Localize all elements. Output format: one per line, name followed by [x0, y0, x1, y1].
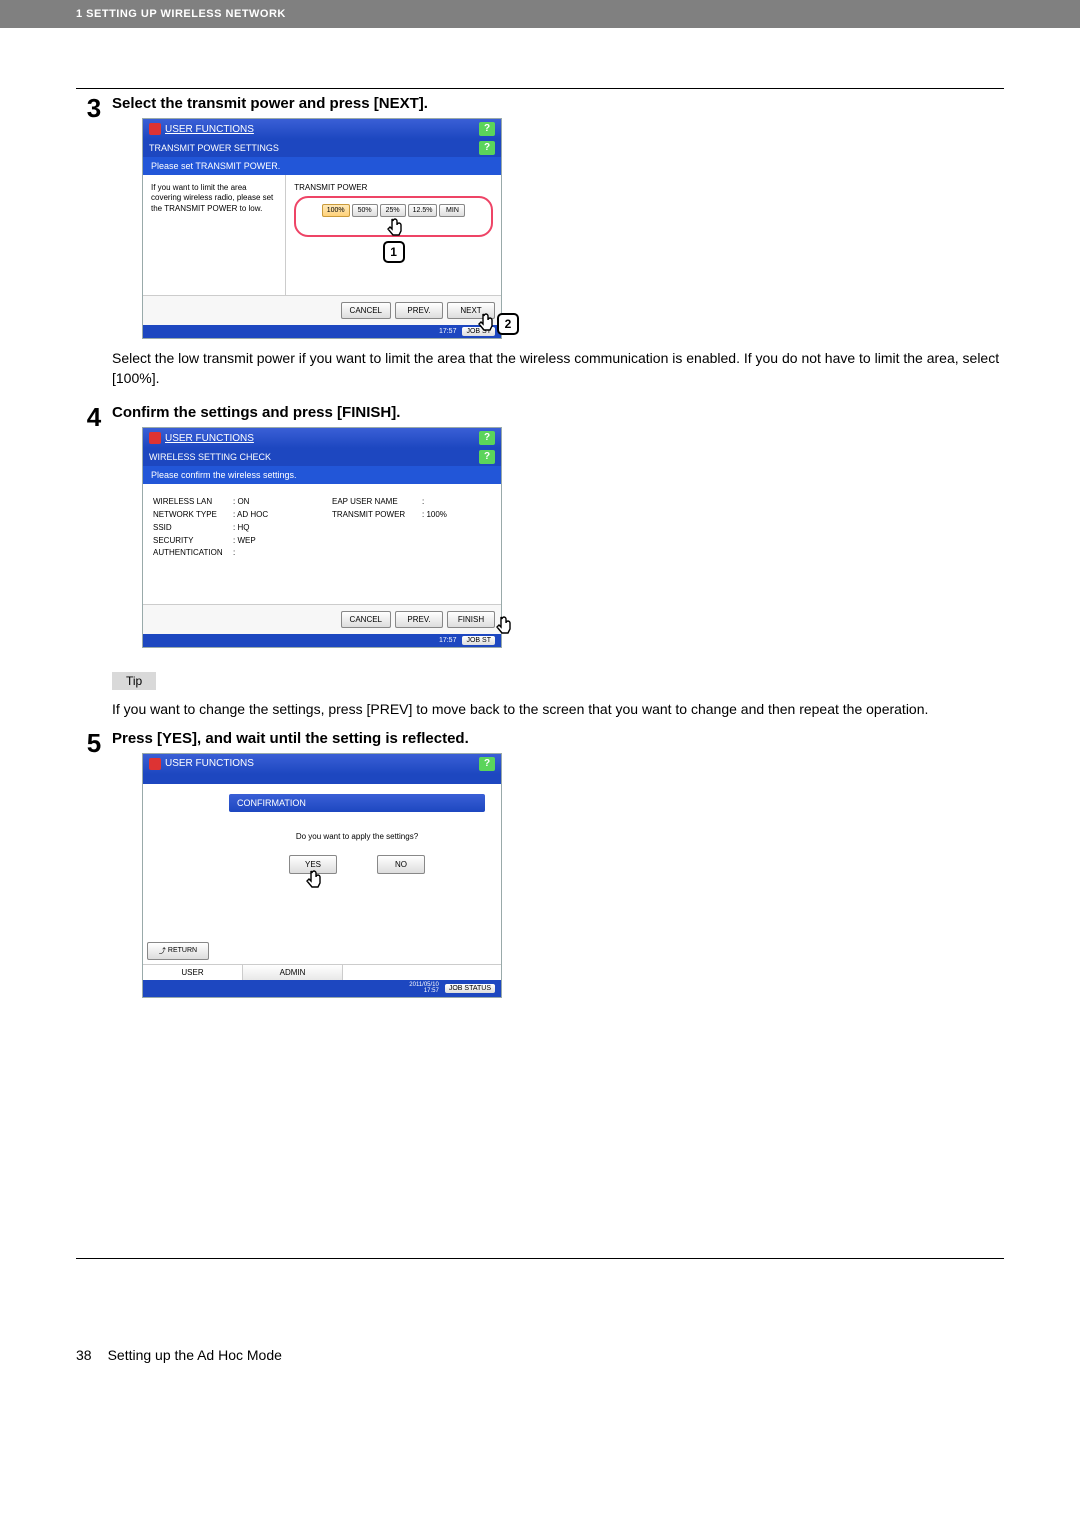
step-5: 5 Press [YES], and wait until the settin…: [76, 730, 1004, 998]
panel1-time: 17:57: [439, 328, 457, 335]
page-footer: 38 Setting up the Ad Hoc Mode: [0, 1347, 1080, 1383]
callout-2: 2: [497, 313, 519, 335]
panel3-status: 2011/05/10 17:57 JOB STATUS: [143, 980, 501, 997]
finish-button[interactable]: FINISH: [447, 611, 495, 628]
step-3: 3 Select the transmit power and press [N…: [76, 95, 1004, 394]
panel3-tabs: USER ADMIN: [143, 964, 501, 980]
panel3-left: ⤴ RETURN: [143, 784, 213, 964]
tab-admin[interactable]: ADMIN: [243, 965, 343, 980]
cancel-button[interactable]: CANCEL: [341, 302, 391, 319]
step-3-description: Select the low transmit power if you wan…: [112, 349, 1004, 388]
confirmation-header: CONFIRMATION: [229, 794, 485, 812]
settings-right-column: EAP USER NAME: TRANSMIT POWER: 100%: [322, 484, 501, 604]
panel1-subbar-text: TRANSMIT POWER SETTINGS: [149, 143, 279, 153]
help-icon[interactable]: ?: [479, 141, 495, 155]
tp-12-button[interactable]: 12.5%: [408, 204, 438, 217]
panel1-footer: CANCEL PREV. NEXT: [143, 295, 501, 325]
app-icon: [149, 432, 161, 444]
prev-button[interactable]: PREV.: [395, 302, 443, 319]
panel3-datetime: 2011/05/10 17:57: [409, 982, 439, 995]
transmit-power-label: TRANSMIT POWER: [294, 183, 493, 192]
help-icon[interactable]: ?: [479, 122, 495, 136]
pointer-hand-icon: [301, 869, 325, 893]
return-arrow-icon: ⤴: [159, 946, 166, 956]
help-icon[interactable]: ?: [479, 757, 495, 771]
wireless-setting-check-panel: USER FUNCTIONS ? WIRELESS SETTING CHECK …: [142, 427, 502, 648]
pointer-hand-icon: [473, 312, 497, 336]
panel3-subbar: [143, 774, 501, 784]
tp-25-button[interactable]: 25%: [380, 204, 406, 217]
settings-left-column: WIRELESS LAN: ON NETWORK TYPE: AD HOC SS…: [143, 484, 322, 604]
top-rule: [76, 88, 1004, 89]
panel2-title: USER FUNCTIONS: [165, 433, 254, 444]
panel1-status: 17:57 JOB ST: [143, 325, 501, 338]
panel3-titlebar: USER FUNCTIONS ?: [143, 754, 501, 774]
help-icon[interactable]: ?: [479, 450, 495, 464]
bottom-rule: [76, 1258, 1004, 1259]
pointer-hand-icon: [382, 217, 406, 241]
app-icon: [149, 123, 161, 135]
chapter-header: 1 SETTING UP WIRELESS NETWORK: [0, 0, 1080, 28]
row-network-type: NETWORK TYPE: AD HOC: [153, 509, 312, 522]
tab-user[interactable]: USER: [143, 965, 243, 980]
help-icon[interactable]: ?: [479, 431, 495, 445]
panel2-status: 17:57 JOB ST: [143, 634, 501, 647]
panel1-left-text: If you want to limit the area covering w…: [143, 175, 286, 295]
panel2-subbar-text: WIRELESS SETTING CHECK: [149, 452, 271, 462]
return-button[interactable]: ⤴ RETURN: [147, 942, 209, 960]
tip-label: Tip: [112, 672, 156, 690]
prev-button[interactable]: PREV.: [395, 611, 443, 628]
panel1-instruction: Please set TRANSMIT POWER.: [143, 157, 501, 175]
row-security: SECURITY: WEP: [153, 535, 312, 548]
pointer-hand-icon: [491, 615, 515, 639]
row-eap-user: EAP USER NAME:: [332, 496, 491, 509]
row-transmit-power: TRANSMIT POWER: 100%: [332, 509, 491, 522]
confirmation-panel: USER FUNCTIONS ? ⤴ RETURN CONFIRMATION D…: [142, 753, 502, 998]
panel2-instruction: Please confirm the wireless settings.: [143, 466, 501, 484]
transmit-power-options: 100% 50% 25% 12.5% MIN 1: [294, 196, 493, 237]
callout-1: 1: [383, 241, 405, 263]
chapter-title: 1 SETTING UP WIRELESS NETWORK: [76, 8, 286, 20]
step-4: 4 Confirm the settings and press [FINISH…: [76, 404, 1004, 648]
step-4-title: Confirm the settings and press [FINISH].: [112, 404, 1004, 421]
panel2-titlebar: USER FUNCTIONS ?: [143, 428, 501, 448]
panel1-titlebar: USER FUNCTIONS ?: [143, 119, 501, 139]
tp-min-button[interactable]: MIN: [439, 204, 465, 217]
job-status-button[interactable]: JOB STATUS: [445, 984, 495, 993]
app-icon: [149, 758, 161, 770]
step-3-title: Select the transmit power and press [NEX…: [112, 95, 1004, 112]
step-3-number: 3: [76, 95, 112, 394]
transmit-power-panel: USER FUNCTIONS ? TRANSMIT POWER SETTINGS…: [142, 118, 502, 339]
cancel-button[interactable]: CANCEL: [341, 611, 391, 628]
page-number: 38: [76, 1347, 92, 1363]
panel2-footer: CANCEL PREV. FINISH: [143, 604, 501, 634]
return-label: RETURN: [168, 947, 197, 954]
panel1-title: USER FUNCTIONS: [165, 124, 254, 135]
panel2-subbar: WIRELESS SETTING CHECK ?: [143, 448, 501, 466]
footer-section: Setting up the Ad Hoc Mode: [108, 1347, 282, 1363]
tp-50-button[interactable]: 50%: [352, 204, 378, 217]
step-4-number: 4: [76, 404, 112, 648]
tip-text: If you want to change the settings, pres…: [112, 700, 1004, 720]
tp-100-button[interactable]: 100%: [322, 204, 350, 217]
panel2-time: 17:57: [439, 637, 457, 644]
row-ssid: SSID: HQ: [153, 522, 312, 535]
step-5-title: Press [YES], and wait until the setting …: [112, 730, 1004, 747]
row-authentication: AUTHENTICATION:: [153, 547, 312, 560]
no-button[interactable]: NO: [377, 855, 425, 874]
panel3-title: USER FUNCTIONS: [165, 758, 254, 769]
confirmation-text: Do you want to apply the settings?: [229, 832, 485, 841]
step-5-number: 5: [76, 730, 112, 998]
panel1-subbar: TRANSMIT POWER SETTINGS ?: [143, 139, 501, 157]
row-wireless-lan: WIRELESS LAN: ON: [153, 496, 312, 509]
